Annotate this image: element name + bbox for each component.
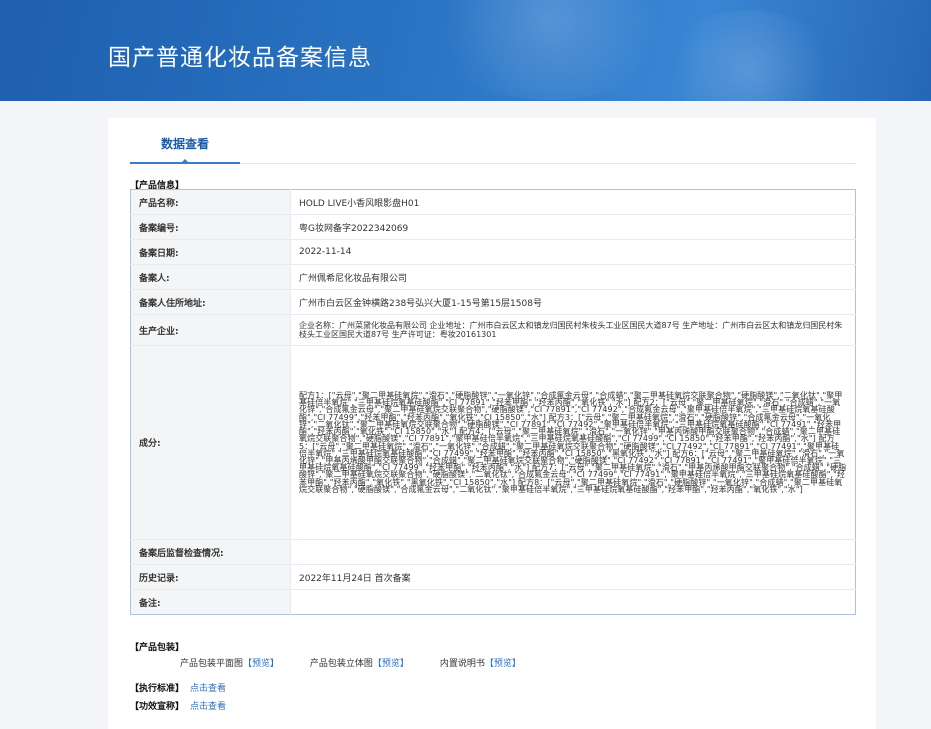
- row-label: 成分:: [130, 345, 291, 540]
- packaging-item: 内置说明书【预览】: [440, 656, 521, 669]
- table-row: 生产企业: 企业名称：广州菜黛化妆品有限公司 企业地址：广州市白云区太和镇龙归国…: [130, 314, 856, 346]
- packaging-item: 产品包装平面图【预览】: [180, 656, 279, 669]
- row-label: 备案后监督检查情况:: [130, 539, 291, 565]
- page-title: 国产普通化妆品备案信息: [108, 45, 372, 71]
- preview-3d-link[interactable]: 【预览】: [373, 656, 409, 669]
- table-row: 产品名称: HOLD LIVE小香风眼影盘H01: [130, 189, 856, 215]
- table-row: 备案日期: 2022-11-14: [130, 239, 856, 265]
- row-label: 备案日期:: [130, 239, 291, 265]
- banner-decoration: [660, 10, 840, 101]
- packaging-item-label: 产品包装立体图: [309, 659, 373, 669]
- row-label: 备案人住所地址:: [130, 289, 291, 315]
- product-name-value: HOLD LIVE小香风眼影盘H01: [299, 198, 420, 209]
- tab-data-view[interactable]: 数据查看: [130, 132, 240, 164]
- filing-date-value: 2022-11-14: [290, 239, 856, 265]
- section-label-packaging: 【产品包装】: [130, 643, 185, 653]
- table-row: 历史记录: 2022年11月24日 首次备案: [130, 564, 856, 590]
- table-row: 备注:: [130, 589, 856, 615]
- efficacy-claim-label: 【功效宣称】: [130, 702, 185, 712]
- filing-number-value: 粤G妆网备字2022342069: [290, 214, 856, 240]
- ingredients-value: 配方1：["云母","聚二甲基硅氧烷","滑石","硬脂酸锌","一氧化锌","…: [290, 345, 856, 540]
- packaging-item-label: 内置说明书: [439, 659, 485, 669]
- history-value: 2022年11月24日 首次备案: [290, 564, 856, 590]
- row-label: 历史记录:: [130, 564, 291, 590]
- banner-decoration: [420, 0, 680, 100]
- packaging-links: 产品包装平面图【预览】 产品包装立体图【预览】 内置说明书【预览】: [180, 656, 549, 669]
- row-label: 备案人:: [130, 264, 291, 290]
- inspection-value: [290, 539, 856, 565]
- exec-standard-label: 【执行标准】: [130, 684, 185, 694]
- header-banner: 国产普通化妆品备案信息: [0, 0, 931, 101]
- content-card: 数据查看 【产品信息】 产品名称: HOLD LIVE小香风眼影盘H01 备案编…: [108, 118, 876, 729]
- row-label: 生产企业:: [130, 314, 291, 346]
- table-row: 备案编号: 粤G妆网备字2022342069: [130, 214, 856, 240]
- table-row: 备案人住所地址: 广州市白云区金钟横路238号弘兴大厦1-15号第15层1508…: [130, 289, 856, 315]
- tab-label: 数据查看: [160, 137, 209, 151]
- exec-standard-link[interactable]: 点击查看: [190, 684, 226, 694]
- preview-flat-link[interactable]: 【预览】: [243, 656, 279, 669]
- filer-address-value: 广州市白云区金钟横路238号弘兴大厦1-15号第15层1508号: [290, 289, 856, 315]
- remarks-value: [290, 589, 856, 615]
- row-label: 备注:: [130, 589, 291, 615]
- manufacturer-value: 企业名称：广州菜黛化妆品有限公司 企业地址：广州市白云区太和镇龙归国民村朱枝头工…: [290, 314, 856, 346]
- table-row: 备案人: 广州佩希尼化妆品有限公司: [130, 264, 856, 290]
- efficacy-claim-row: 【功效宣称】 点击查看: [130, 699, 226, 712]
- table-row: 成分: 配方1：["云母","聚二甲基硅氧烷","滑石","硬脂酸锌","一氧化…: [130, 345, 856, 540]
- filer-value: 广州佩希尼化妆品有限公司: [290, 264, 856, 290]
- row-label: 备案编号:: [130, 214, 291, 240]
- product-info-table: 产品名称: HOLD LIVE小香风眼影盘H01 备案编号: 粤G妆网备字202…: [130, 189, 856, 615]
- exec-standard-row: 【执行标准】 点击查看: [130, 681, 226, 694]
- packaging-item: 产品包装立体图【预览】: [310, 656, 409, 669]
- tab-active-caret: [180, 159, 190, 164]
- packaging-item-label: 产品包装平面图: [180, 659, 244, 669]
- table-row: 备案后监督检查情况:: [130, 539, 856, 565]
- row-label: 产品名称:: [130, 189, 291, 215]
- preview-manual-link[interactable]: 【预览】: [485, 656, 521, 669]
- efficacy-claim-link[interactable]: 点击查看: [190, 702, 226, 712]
- tab-bar: 数据查看: [130, 132, 856, 164]
